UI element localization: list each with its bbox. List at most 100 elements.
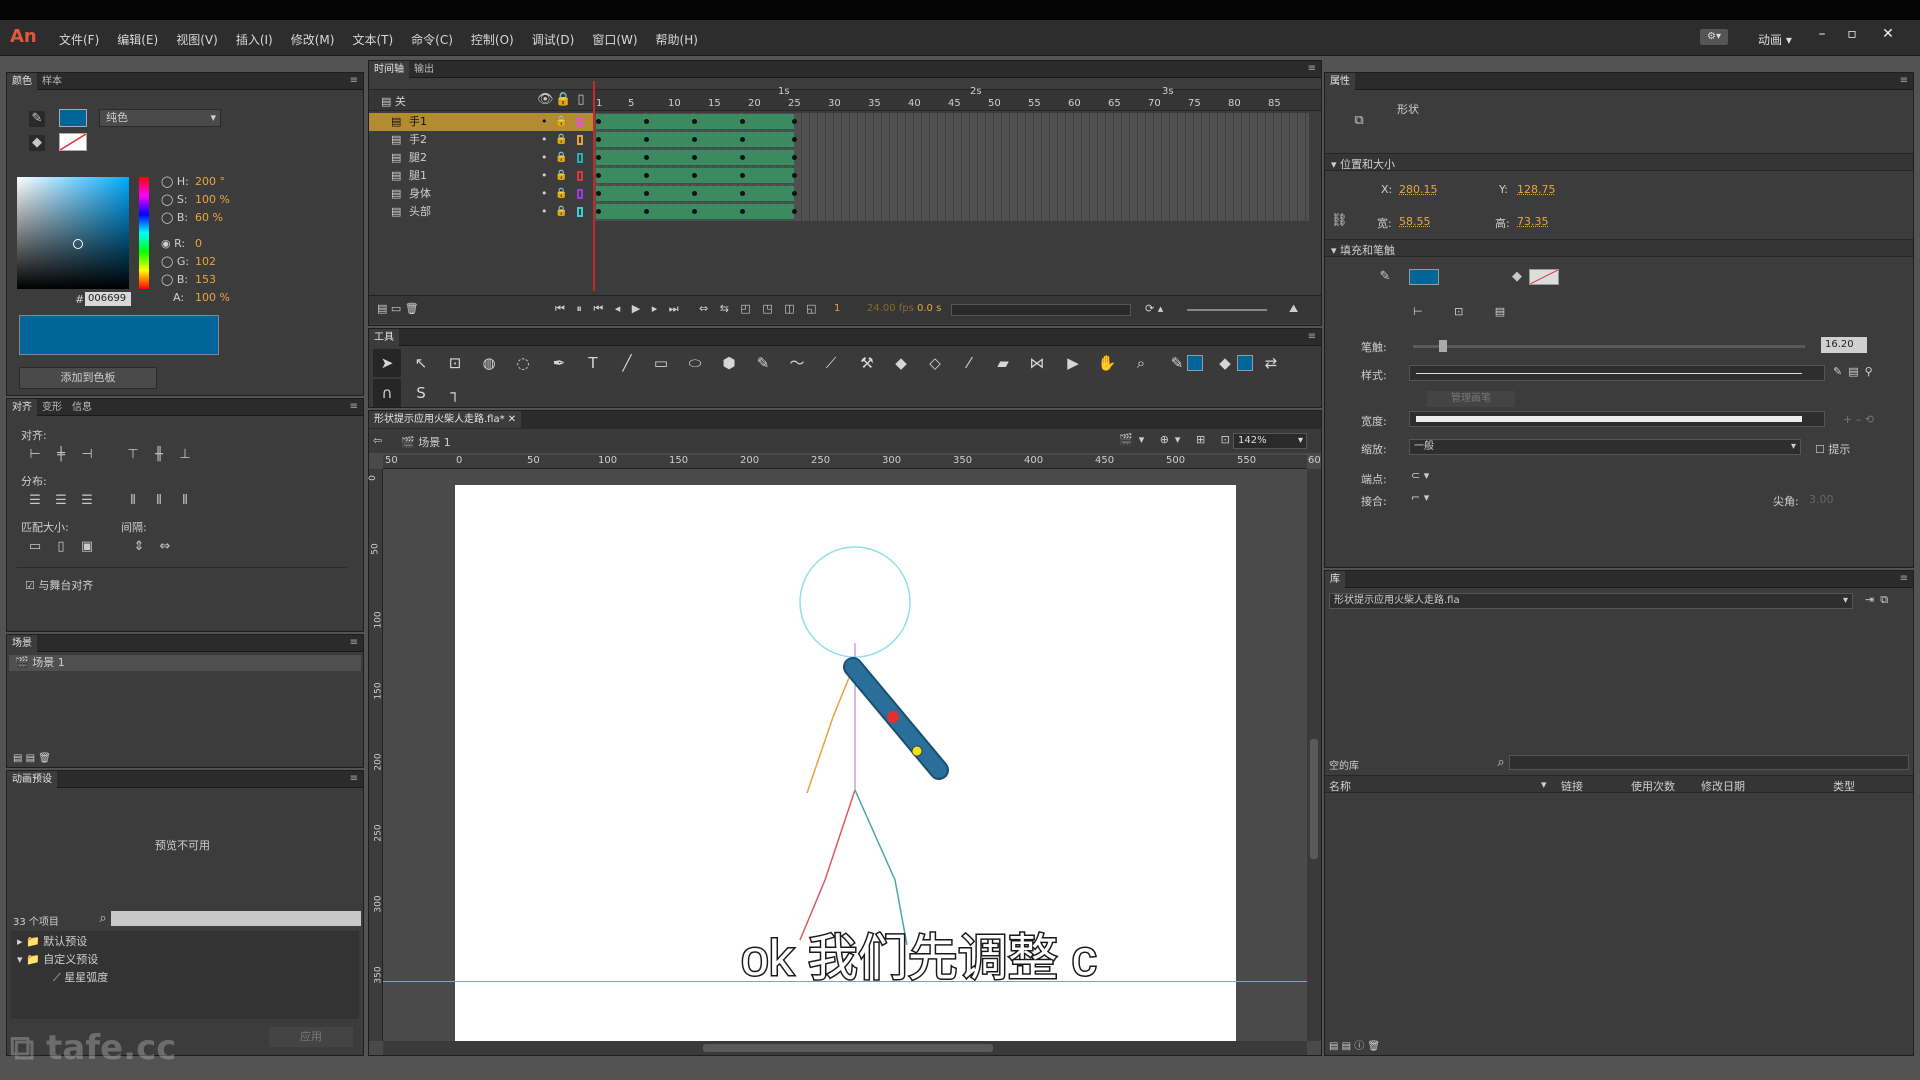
w-value[interactable]: 58.55 (1399, 215, 1431, 228)
panel-menu-icon[interactable]: ≡ (350, 401, 358, 412)
panel-menu-icon[interactable]: ≡ (350, 75, 358, 86)
onion-skin-controls[interactable]: ⇔ ⇆ ◰ ◳ ◫ ◱ (699, 302, 821, 315)
lock-icon[interactable]: 🔒 (555, 185, 567, 203)
tab-transform[interactable]: 变形 (37, 399, 67, 416)
manage-brushes-button[interactable]: 管理画笔 (1427, 391, 1515, 407)
scale-select[interactable]: 一般 ▾ (1409, 439, 1801, 455)
shape-tween-span[interactable] (596, 150, 797, 166)
tab-align[interactable]: 对齐 (7, 399, 37, 416)
blue-value[interactable]: 153 (195, 273, 216, 286)
tab-scene[interactable]: 场景 (7, 635, 37, 652)
visibility-dot[interactable]: • (541, 149, 548, 167)
keyframe[interactable] (692, 209, 697, 214)
eye-icon[interactable]: 👁 (537, 92, 554, 108)
stage-view-icons[interactable]: 🎬▾ ⊕▾ ⊞ ⊡ (1119, 433, 1236, 446)
layer-frames[interactable] (594, 203, 1309, 221)
match-height-icon[interactable]: ▯ (53, 539, 69, 555)
fill-none-swatch[interactable] (1529, 269, 1559, 285)
col-type[interactable]: 类型 (1833, 778, 1855, 794)
keyframe[interactable] (792, 173, 797, 178)
3d-rotation-icon[interactable]: ◍ (475, 349, 503, 377)
r-value[interactable]: 0 (195, 237, 202, 250)
distribute-hcenter-icon[interactable]: ⫴ (151, 493, 167, 509)
tab-library[interactable]: 库 (1325, 571, 1345, 588)
eraser-icon[interactable]: ▰ (989, 349, 1017, 377)
visibility-dot[interactable]: • (541, 113, 548, 131)
keyframe[interactable] (692, 173, 697, 178)
guide-line[interactable] (383, 981, 1307, 982)
keyframe[interactable] (792, 191, 797, 196)
workspace-dropdown[interactable]: 动画 ▾ (1758, 31, 1792, 48)
space-vertical-icon[interactable]: ⇕ (131, 539, 147, 555)
layer-frames[interactable] (594, 149, 1309, 167)
horizontal-scroll-thumb[interactable] (703, 1044, 993, 1052)
keyframe[interactable] (644, 173, 649, 178)
a-value[interactable]: 100 % (195, 291, 230, 304)
layer-row[interactable]: ▤ 手2 • 🔒 (369, 131, 593, 149)
style-edit-icons[interactable]: ✎▤⚲ (1833, 365, 1879, 378)
tree-item-preset[interactable]: ⟋ 星星弧度 (53, 969, 108, 985)
align-vcenter-icon[interactable]: ╫ (151, 447, 167, 463)
shape-tween-span[interactable] (596, 114, 797, 130)
layer-frames[interactable] (594, 131, 1309, 149)
distribute-bottom-icon[interactable]: ☰ (79, 493, 95, 509)
maximize-icon[interactable]: ▫ (1840, 26, 1864, 42)
visibility-dot[interactable]: • (541, 185, 548, 203)
keyframe[interactable] (596, 173, 601, 178)
keyframe[interactable] (792, 155, 797, 160)
keyframe[interactable] (692, 119, 697, 124)
panel-menu-icon[interactable]: ≡ (1900, 573, 1908, 584)
oval-tool-icon[interactable]: ⬭ (681, 349, 709, 377)
pen-tool-icon[interactable]: ✒ (545, 349, 573, 377)
color-picker-field[interactable] (17, 177, 129, 289)
layer-row[interactable]: ▤ 腿2 • 🔒 (369, 149, 593, 167)
ink-bottle-icon[interactable]: ◇ (921, 349, 949, 377)
back-arrow-icon[interactable]: ⇦ (373, 434, 382, 447)
col-linkage[interactable]: 链接 (1561, 778, 1583, 794)
bucket-icon[interactable]: ◆ (29, 135, 45, 151)
tab-output[interactable]: 输出 (409, 61, 439, 78)
width-profile-select[interactable] (1409, 411, 1825, 427)
align-hcenter-icon[interactable]: ╪ (53, 447, 69, 463)
layer-color-box[interactable] (577, 117, 583, 127)
hint-checkbox[interactable]: ☐ 提示 (1815, 441, 1850, 457)
library-search-input[interactable] (1509, 755, 1909, 770)
straighten-icon[interactable]: ┐ (441, 379, 469, 407)
keyframe[interactable] (740, 173, 745, 178)
rectangle-tool-icon[interactable]: ▭ (647, 349, 675, 377)
menu-modify[interactable]: 修改(M) (282, 31, 344, 48)
distribute-vcenter-icon[interactable]: ☰ (53, 493, 69, 509)
layer-frames[interactable] (594, 167, 1309, 185)
match-width-icon[interactable]: ▭ (27, 539, 43, 555)
sort-icon[interactable]: ▾ (1541, 778, 1547, 791)
paint-brush-icon[interactable]: 〜 (783, 349, 811, 377)
x-value[interactable]: 280.15 (1399, 183, 1438, 196)
tab-swatches[interactable]: 样本 (37, 73, 67, 90)
zoom-slider[interactable] (1187, 309, 1267, 311)
timeline-scrollbar[interactable] (951, 304, 1131, 316)
h-value[interactable]: 73.35 (1517, 215, 1549, 228)
eyedropper-icon[interactable]: ⁄ (955, 349, 983, 377)
breadcrumb-scene[interactable]: 🎬 场景 1 (401, 434, 451, 450)
hex-input[interactable]: 006699 (85, 292, 131, 306)
library-footer-icons[interactable]: ▤ ▤ ⓘ 🗑 (1329, 1037, 1380, 1052)
tab-timeline[interactable]: 时间轴 (369, 61, 409, 78)
shape-tween-span[interactable] (596, 186, 797, 202)
layer-color-box[interactable] (577, 135, 583, 145)
close-tab-icon[interactable]: ✕ (508, 414, 516, 425)
current-frame[interactable]: 1 (834, 303, 840, 314)
col-name[interactable]: 名称 (1329, 778, 1351, 794)
scene-item[interactable]: 🎬 场景 1 (9, 655, 361, 671)
free-transform-icon[interactable]: ⊡ (441, 349, 469, 377)
layer-color-box[interactable] (577, 153, 583, 163)
align-top-icon[interactable]: ⊤ (125, 447, 141, 463)
layer-color-box[interactable] (577, 171, 583, 181)
keyframe[interactable] (792, 137, 797, 142)
s-value[interactable]: 100 % (195, 193, 230, 206)
fill-color-swatch[interactable] (59, 133, 87, 151)
keyframe[interactable] (596, 119, 601, 124)
visibility-dot[interactable]: • (541, 131, 548, 149)
menu-view[interactable]: 视图(V) (167, 31, 227, 48)
visibility-dot[interactable]: • (541, 167, 548, 185)
distribute-top-icon[interactable]: ☰ (27, 493, 43, 509)
